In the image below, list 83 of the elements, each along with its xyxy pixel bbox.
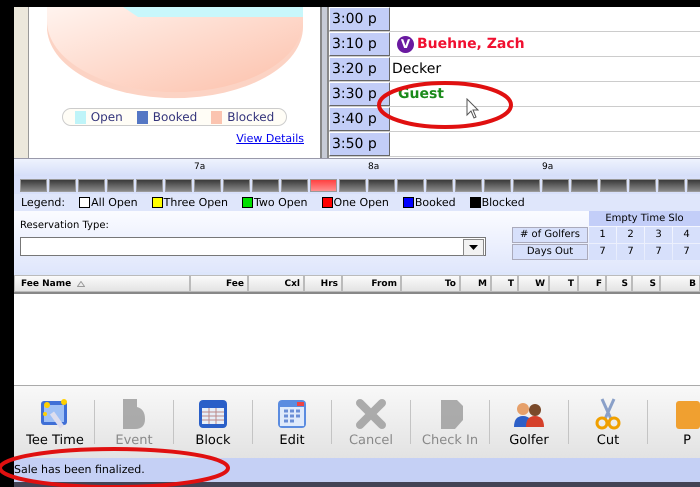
toolbar-button[interactable]: P [648,388,700,456]
table-header: Empty Time Slo [589,211,700,226]
time-slot[interactable] [165,179,192,192]
time-cell[interactable]: 3:40 p [329,107,390,131]
hour-label: 8a [368,162,380,172]
legend-label: Blocked [227,110,274,124]
legend-label: One Open [334,196,389,209]
time-slot[interactable] [107,179,134,192]
legend-label: Blocked [482,196,525,209]
column-header[interactable]: B [660,275,700,292]
status-bar: Sale has been finalized. [14,458,700,482]
column-header[interactable]: T [549,275,578,292]
legend-label: Booked [152,110,198,124]
column-header[interactable]: From [342,275,401,292]
time-slot[interactable] [281,179,308,192]
column-header[interactable]: Cxl [248,275,304,292]
table-cell: 7 [645,244,672,260]
table-cell: 3 [645,227,672,243]
column-header[interactable]: Hrs [304,275,342,292]
toolbar-button[interactable]: Golfer [490,388,568,456]
time-slot[interactable] [78,179,105,192]
time-slot[interactable] [397,179,424,192]
time-slot[interactable] [484,179,511,192]
player-name: Decker [392,61,442,77]
slot-cell[interactable]: V Buehne, Zach [390,32,700,56]
toolbar-button[interactable]: Block [174,388,252,456]
hour-label: 7a [194,162,206,172]
player-name: Buehne, Zach [417,36,525,52]
legend-label: Two Open [254,196,308,209]
table-cell: 1 [589,227,616,243]
time-slot[interactable] [455,179,482,192]
time-slot[interactable] [368,179,395,192]
time-slot[interactable] [136,179,163,192]
reservation-type-dropdown[interactable] [20,237,486,256]
time-slot[interactable] [426,179,453,192]
table-cell: 4 [673,227,700,243]
time-slot[interactable] [194,179,221,192]
time-slot[interactable] [513,179,540,192]
column-header[interactable]: W [518,275,549,292]
time-cell[interactable]: 3:20 p [329,57,390,81]
field-label: Reservation Type: [20,220,110,231]
time-slot[interactable] [629,179,656,192]
table-row-header: # of Golfers [512,227,588,243]
column-header[interactable]: F [578,275,606,292]
table-cell: 2 [617,227,644,243]
cancel-icon [354,396,388,430]
table-cell: 7 [673,244,700,260]
time-slot[interactable] [542,179,569,192]
hour-label: 9a [542,162,554,172]
column-header[interactable]: M [460,275,491,292]
time-cell[interactable]: 3:10 p [329,32,390,56]
table-cell: 7 [617,244,644,260]
time-slot[interactable] [20,179,47,192]
legend-label: Booked [414,196,456,209]
time-slot[interactable] [571,179,598,192]
time-cell[interactable]: 3:00 p [329,7,390,31]
column-header[interactable]: S [632,275,660,292]
time-slot[interactable] [223,179,250,192]
table-row-header: Days Out [512,244,588,260]
table-cell: 7 [589,244,616,260]
column-header[interactable]: S [606,275,632,292]
toolbar-button[interactable]: Edit [253,388,331,456]
time-slot[interactable] [658,179,685,192]
column-header[interactable]: Fee Name [14,275,190,292]
time-cell[interactable]: 3:30 p [329,82,390,106]
time-slot[interactable] [252,179,279,192]
legend-label: Open [90,110,123,124]
cursor-icon [466,98,480,120]
toolbar-button[interactable]: Tee Time [16,388,94,456]
toolbar-button[interactable]: Cut [569,388,647,456]
time-slot[interactable] [49,179,76,192]
view-details-link[interactable]: View Details [236,132,304,145]
time-cell[interactable]: 3:50 p [329,132,390,156]
slot-cell[interactable]: Decker [390,57,700,81]
legend-label: All Open [91,196,138,209]
member-badge: V [397,36,414,52]
time-slot[interactable] [600,179,627,192]
legend-title: Legend: [21,196,66,209]
column-header[interactable]: To [401,275,460,292]
time-slot[interactable] [339,179,366,192]
column-header[interactable]: Fee [190,275,248,292]
legend-label: Three Open [164,196,228,209]
column-header[interactable]: T [491,275,518,292]
